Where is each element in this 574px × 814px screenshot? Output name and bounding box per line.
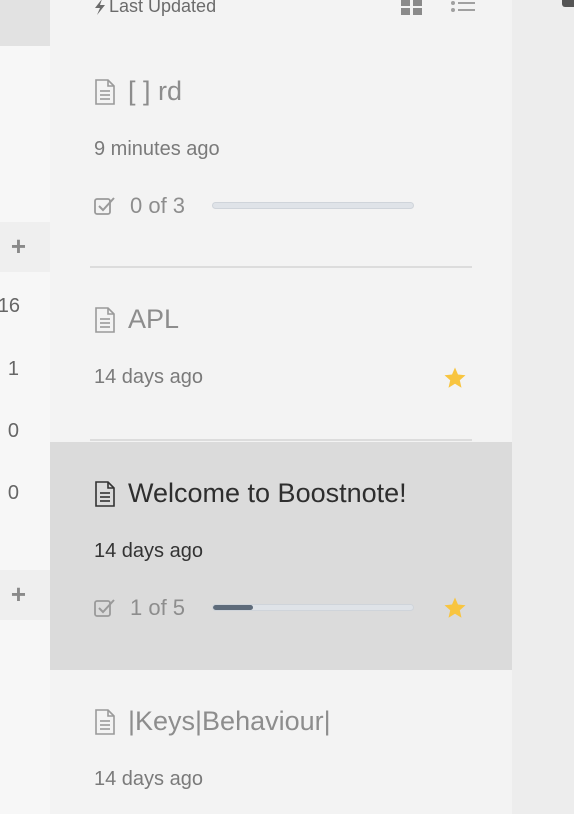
note-task-summary: 0 of 3 (94, 193, 185, 219)
list-view-icon[interactable] (451, 0, 475, 16)
note-date: 9 minutes ago (94, 138, 220, 160)
task-progress-bar (212, 604, 414, 611)
editor-toolbar-edge (562, 0, 574, 7)
sidebar-item-count: 1 (7, 358, 19, 380)
sidebar-item-count: 16 (0, 295, 20, 317)
note-title: APL (94, 304, 179, 335)
note-item[interactable]: [ ] rd 9 minutes ago 0 of 3 (50, 40, 512, 268)
note-divider (90, 439, 472, 441)
star-icon[interactable] (443, 596, 467, 620)
note-date: 14 days ago (94, 366, 203, 388)
sidebar-item-count: 0 (7, 420, 19, 442)
note-title-text: |Keys|Behaviour| (128, 706, 331, 736)
sidebar-section-header: + (0, 570, 50, 620)
note-title: |Keys|Behaviour| (94, 706, 331, 737)
note-date: 14 days ago (94, 540, 203, 562)
note-document-icon (95, 708, 115, 735)
note-document-icon (95, 480, 115, 507)
star-icon[interactable] (443, 366, 467, 390)
note-title-text: APL (128, 304, 180, 334)
sidebar: + 16 1 0 0 + (0, 0, 50, 814)
note-document-icon (95, 306, 115, 333)
note-item[interactable]: |Keys|Behaviour| 14 days ago (50, 670, 512, 814)
note-title: Welcome to Boostnote! (94, 478, 407, 509)
task-count: 0 of 3 (130, 193, 186, 218)
task-progress-bar (212, 202, 414, 209)
checkbox-icon (94, 599, 115, 617)
note-title: [ ] rd (94, 76, 182, 107)
note-task-summary: 1 of 5 (94, 595, 185, 621)
note-date: 14 days ago (94, 768, 203, 790)
plus-icon[interactable]: + (11, 233, 26, 259)
sort-label: Last Updated (109, 0, 217, 16)
note-document-icon (95, 78, 115, 105)
note-title-text: Welcome to Boostnote! (128, 478, 407, 508)
note-item-active[interactable]: Welcome to Boostnote! 14 days ago 1 of 5 (50, 442, 512, 670)
task-progress-fill (213, 605, 253, 610)
checkbox-icon (94, 197, 115, 215)
sidebar-section-header: + (0, 222, 50, 272)
grid-view-icon[interactable] (401, 0, 423, 16)
note-list: Last Updated [ ] rd 9 minutes ago 0 of 3… (50, 0, 512, 814)
task-count: 1 of 5 (130, 595, 186, 620)
bolt-icon (95, 0, 105, 15)
note-title-text: [ ] rd (128, 76, 183, 106)
sort-dropdown[interactable]: Last Updated (94, 0, 216, 17)
note-list-header: Last Updated (50, 0, 512, 20)
plus-icon[interactable]: + (11, 581, 26, 607)
sidebar-item-count: 0 (7, 482, 19, 504)
sidebar-top-bar (0, 0, 50, 46)
note-item[interactable]: APL 14 days ago (50, 268, 512, 440)
editor-pane (512, 0, 574, 814)
